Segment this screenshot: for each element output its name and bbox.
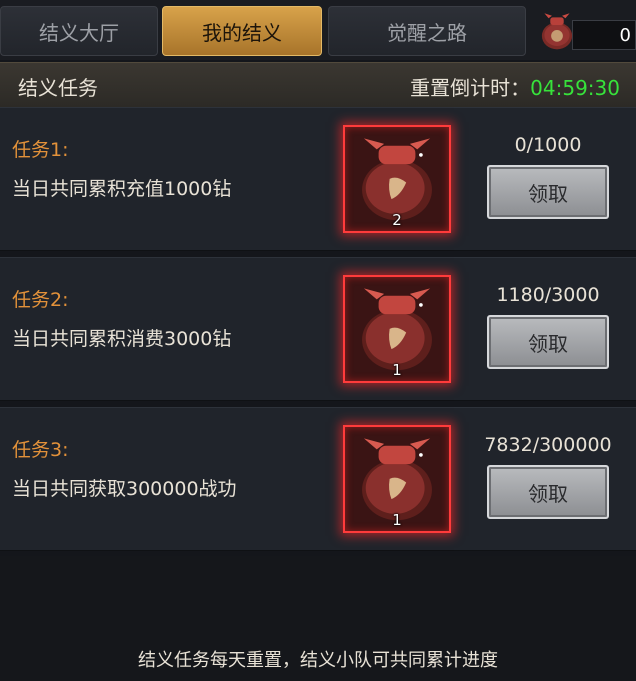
reward-count: 1 — [392, 511, 402, 529]
task-name: 任务1: — [12, 139, 69, 161]
tab-brotherhood-hall[interactable]: 结义大厅 — [0, 6, 158, 56]
tab-label: 结义大厅 — [39, 20, 119, 45]
claim-button[interactable]: 领取 — [487, 315, 609, 369]
wine-jar-icon — [362, 138, 432, 221]
task-progress: 1180/3000 — [496, 284, 600, 306]
currency-value: 0 — [572, 20, 636, 50]
task-name: 任务3: — [12, 439, 69, 461]
task-card-3: 任务3: 当日共同获取300000战功 1 7832/300000 领取 — [0, 407, 636, 551]
footer-note: 结义任务每天重置，结义小队可共同累计进度 — [138, 650, 498, 671]
tab-label: 我的结义 — [202, 20, 282, 45]
reset-countdown-time: 04:59:30 — [530, 76, 620, 100]
tab-awakening-path[interactable]: 觉醒之路 — [328, 6, 526, 56]
reward-count: 2 — [392, 211, 402, 229]
claim-button[interactable]: 领取 — [487, 165, 609, 219]
reset-countdown: 重置倒计时：04:59:30 — [410, 72, 620, 101]
tab-label: 觉醒之路 — [387, 20, 467, 45]
task-card-2: 任务2: 当日共同累积消费3000钻 1 1180/3000 领取 — [0, 257, 636, 401]
wine-jar-icon — [362, 288, 432, 371]
claim-button[interactable]: 领取 — [487, 465, 609, 519]
section-title: 结义任务 — [18, 76, 98, 100]
task-description: 当日共同获取300000战功 — [12, 478, 237, 500]
wine-jar-icon — [541, 13, 573, 50]
task-description: 当日共同累积消费3000钻 — [12, 328, 232, 350]
task-progress: 0/1000 — [514, 134, 582, 156]
currency-display: 0 — [532, 6, 636, 54]
reset-countdown-label: 重置倒计时： — [410, 76, 531, 100]
tab-my-brotherhood[interactable]: 我的结义 — [162, 6, 322, 56]
wine-jar-icon — [362, 438, 432, 521]
task-card-1: 任务1: 当日共同累积充值1000钻 2 0/1000 领取 — [0, 107, 636, 251]
reward-slot[interactable]: 2 — [343, 125, 451, 233]
task-progress: 7832/300000 — [484, 434, 612, 456]
reward-slot[interactable]: 1 — [343, 425, 451, 533]
task-name: 任务2: — [12, 289, 69, 311]
tab-bar: 结义大厅 我的结义 觉醒之路 0 — [0, 0, 636, 60]
footer-panel: 结义任务每天重置，结义小队可共同累计进度 — [0, 556, 636, 681]
reward-slot[interactable]: 1 — [343, 275, 451, 383]
reward-count: 1 — [392, 361, 402, 379]
task-header: 结义任务 重置倒计时：04:59:30 — [0, 62, 636, 108]
task-description: 当日共同累积充值1000钻 — [12, 178, 232, 200]
